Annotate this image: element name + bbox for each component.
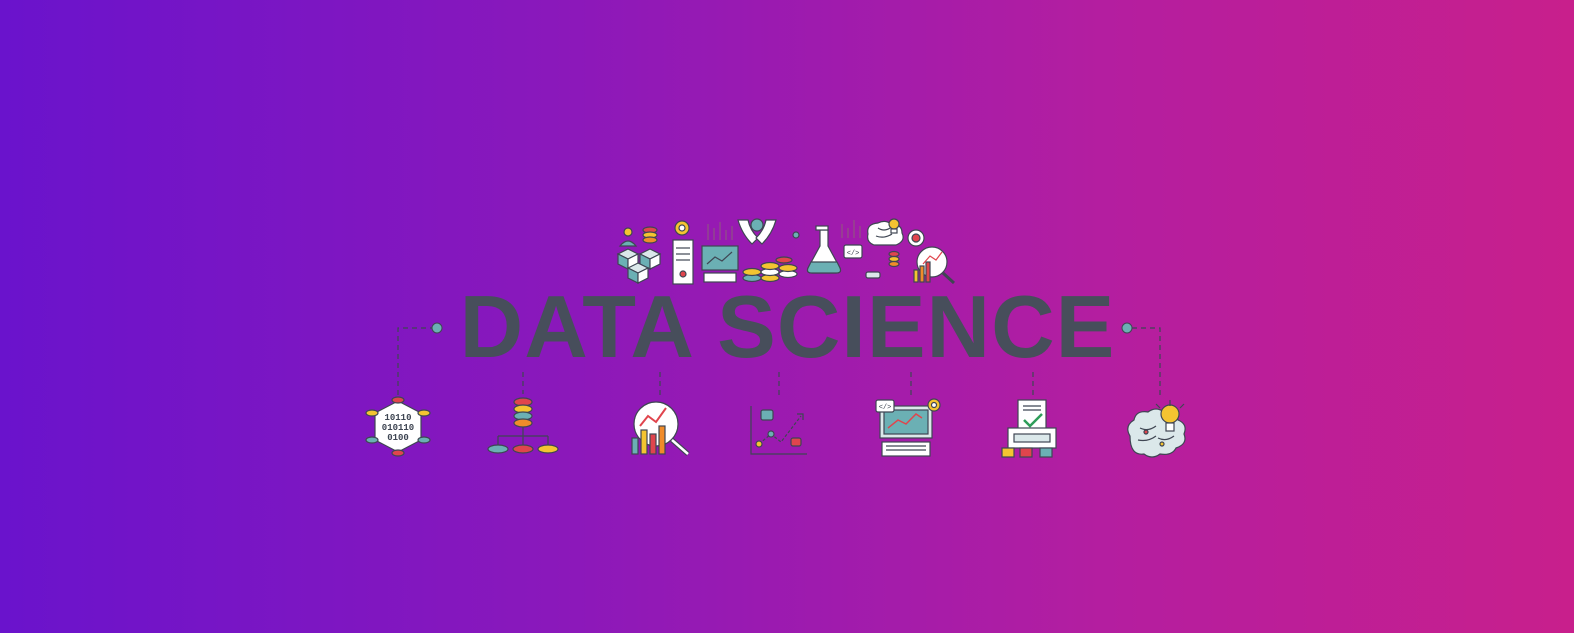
user-icon: [618, 227, 638, 247]
line-chart-icon: [747, 404, 809, 458]
monitor-analytics-icon: </>: [872, 396, 944, 458]
lightbulb-icon: [888, 218, 900, 234]
code-tag-bottom: </>: [879, 404, 892, 412]
banner-title: DATA SCIENCE: [459, 277, 1116, 376]
database-small-icon: [888, 250, 900, 268]
database-network-icon: [486, 396, 562, 458]
data-science-banner: DATA SCIENCE </> 10110 010110 0100 </>: [0, 0, 1574, 633]
top-icon-cluster: </>: [610, 212, 960, 287]
hands-ai-icon: [737, 218, 777, 245]
binary-line-3: 0100: [387, 433, 409, 443]
target-icon: [907, 229, 925, 247]
server-icon: [672, 239, 694, 285]
database-icon: [642, 226, 658, 244]
magnifier-chart-icon: [628, 398, 694, 458]
cubes-icon: [616, 248, 662, 284]
coins-stack-icon: [742, 256, 798, 283]
gear-icon: [674, 220, 690, 236]
monitor-chart-icon: [701, 245, 739, 283]
printer-report-icon: [1000, 398, 1064, 458]
binary-hexagon-icon: 10110 010110 0100: [365, 396, 431, 458]
flask-icon: [792, 225, 842, 274]
binary-line-1: 10110: [384, 413, 411, 423]
magnifier-chart-icon: [913, 246, 956, 285]
binary-line-2: 010110: [382, 423, 414, 433]
brain-lightbulb-icon: [1124, 398, 1194, 458]
code-tag-top: </>: [847, 250, 860, 258]
